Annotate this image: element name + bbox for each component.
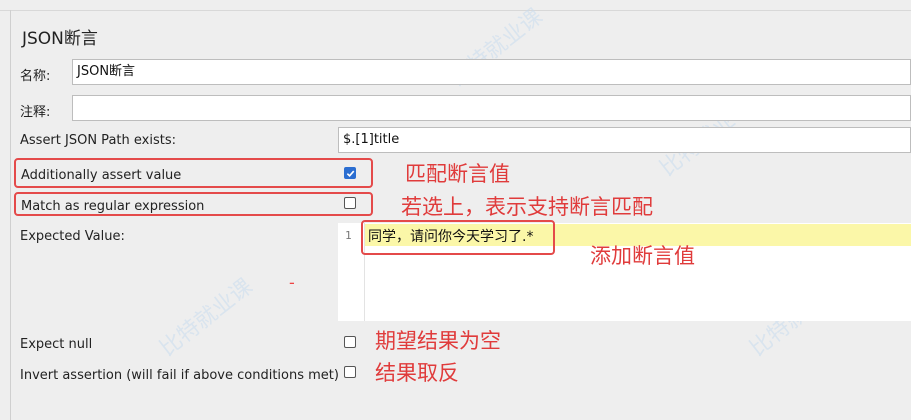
name-label: 名称: (20, 69, 51, 84)
json-path-field[interactable]: $.[1]title (338, 127, 911, 153)
invert-assertion-label: Invert assertion (will fail if above con… (20, 368, 339, 383)
additionally-assert-checkbox[interactable] (344, 167, 356, 179)
comment-field[interactable] (72, 95, 911, 121)
regex-checkbox[interactable] (344, 197, 356, 209)
annotation-add-value: 添加断言值 (590, 244, 695, 268)
watermark: 比特就业课 (155, 274, 258, 362)
check-icon (346, 170, 355, 178)
annotation-regex-support: 若选上，表示支持断言匹配 (401, 195, 653, 219)
annotation-expect-empty: 期望结果为空 (375, 329, 501, 353)
comment-label: 注释: (20, 105, 51, 120)
expect-null-checkbox[interactable] (344, 336, 356, 348)
highlight-box (361, 220, 555, 255)
name-field[interactable]: JSON断言 (72, 59, 911, 85)
regex-label: Match as regular expression (21, 199, 205, 214)
panel-left-border (10, 10, 11, 420)
top-divider (0, 10, 911, 11)
expect-null-label: Expect null (20, 337, 93, 352)
additionally-assert-label: Additionally assert value (21, 168, 182, 183)
invert-assertion-checkbox[interactable] (344, 366, 356, 378)
panel-title: JSON断言 (22, 29, 98, 49)
line-number: 1 (345, 229, 352, 242)
annotation-invert-result: 结果取反 (375, 361, 459, 385)
dash-mark: - (289, 273, 295, 292)
annotation-match-value: 匹配断言值 (405, 162, 510, 186)
expected-value-label: Expected Value: (20, 229, 125, 244)
json-path-label: Assert JSON Path exists: (20, 133, 176, 148)
